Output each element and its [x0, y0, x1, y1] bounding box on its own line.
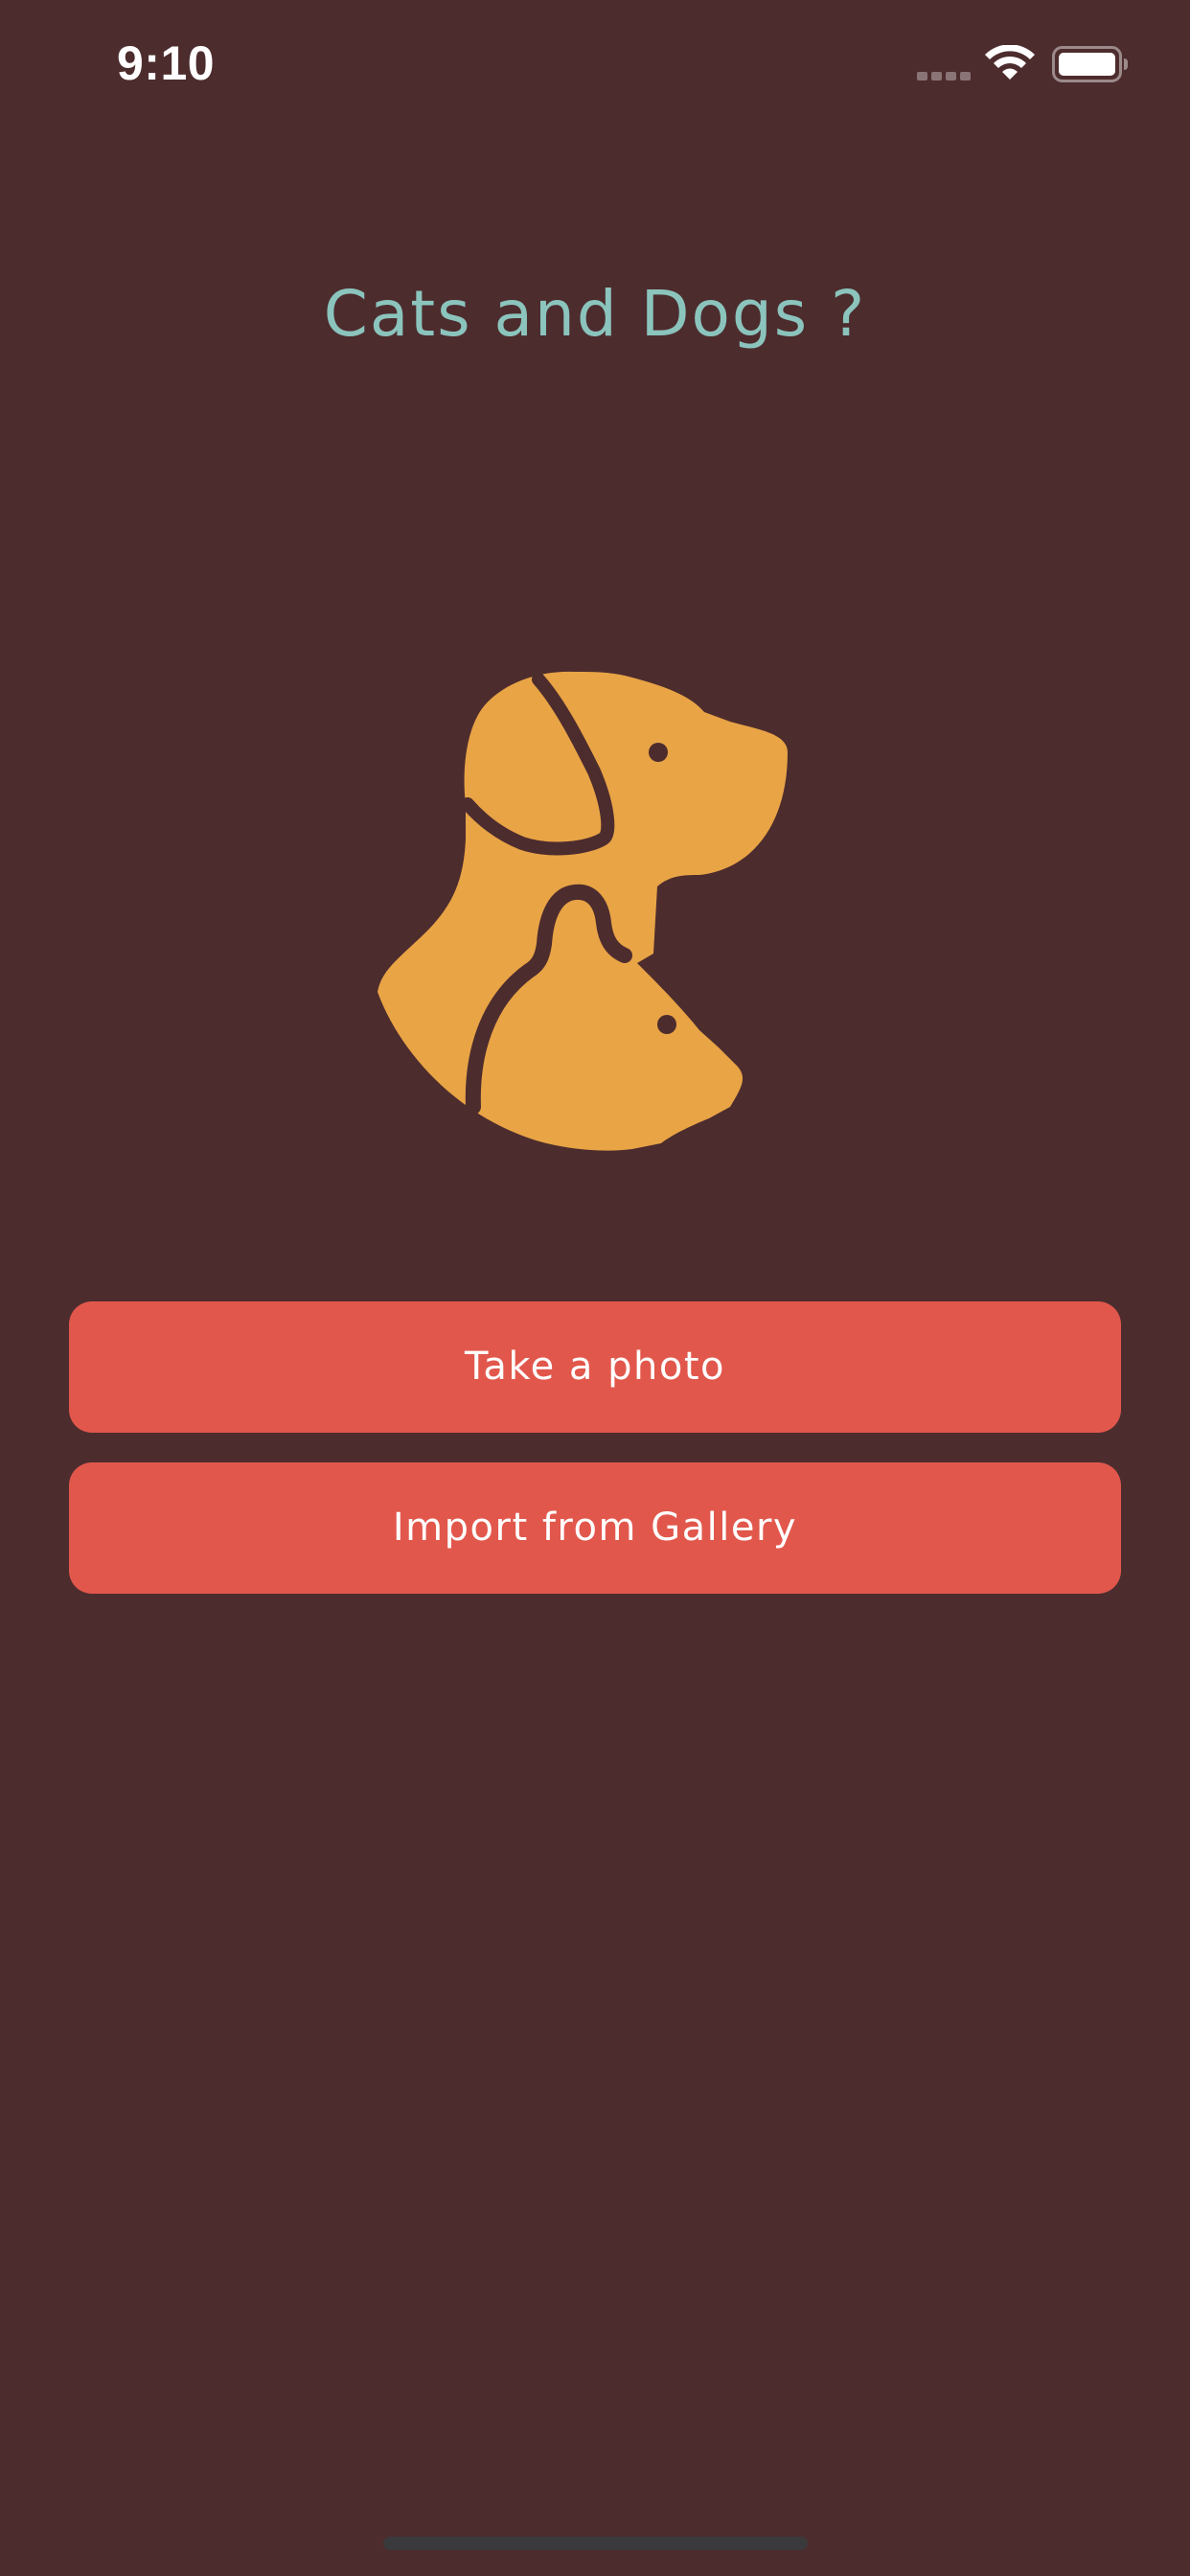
home-indicator[interactable]	[383, 2537, 808, 2550]
battery-icon	[1052, 46, 1128, 82]
dog-and-cat-icon	[378, 671, 788, 1151]
wifi-icon	[985, 45, 1035, 80]
import-from-gallery-button[interactable]: Import from Gallery	[69, 1462, 1121, 1594]
status-time: 9:10	[117, 36, 216, 90]
status-bar: 9:10	[0, 0, 1190, 134]
app-screen: 9:10 Cats and Dogs ? Take a photo Import…	[0, 0, 1190, 2576]
page-title: Cats and Dogs ?	[323, 277, 867, 351]
take-photo-button[interactable]: Take a photo	[69, 1301, 1121, 1433]
cellular-signal-icon	[917, 72, 971, 80]
